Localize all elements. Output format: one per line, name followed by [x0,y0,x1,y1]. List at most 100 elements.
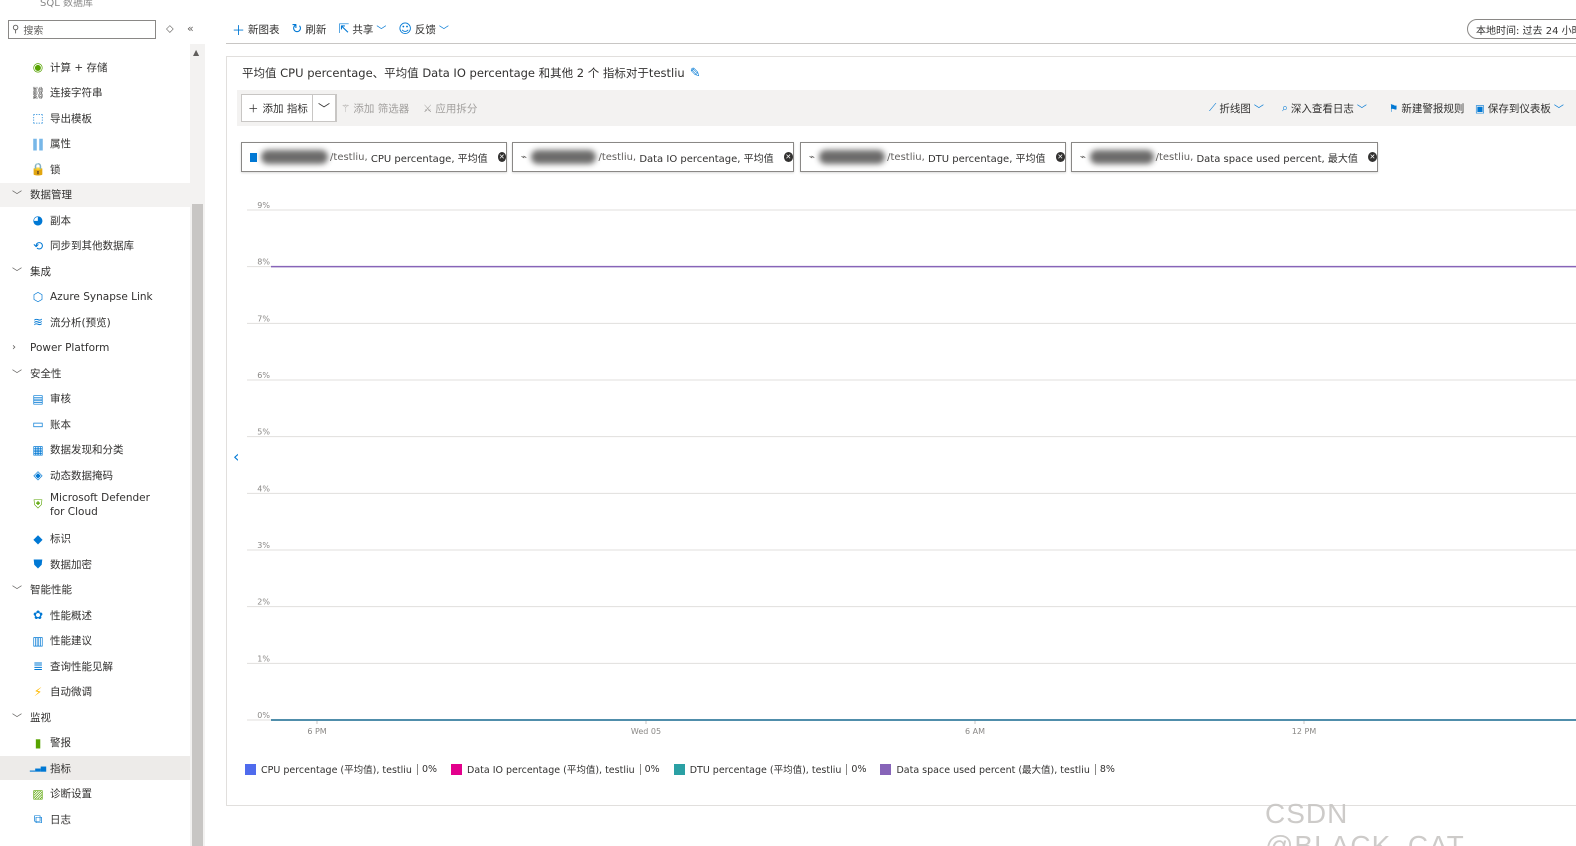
sidebar-scroll-thumb[interactable] [192,204,203,846]
sidebar-group-20[interactable]: ﹀ 智能性能 [0,578,190,602]
y-tick-label: 3% [257,541,270,550]
chevron-down-icon: ﹀ [438,25,449,37]
close-icon[interactable]: ✕ [497,152,506,162]
sidebar-item-label: 性能概述 [50,609,92,622]
sidebar-item-10[interactable]: ≋ 流分析(预览) [0,310,190,334]
sidebar-item-27[interactable]: ▁▃▅ 指标 [0,756,190,780]
new-chart-button[interactable]: ＋ 新图表 [232,20,280,39]
close-icon[interactable]: ✕ [1055,152,1065,162]
metrics-line-chart: 0% 1% 2% 3% 4% 5% 6% 7% 8% 9% 6 PM Wed 05 6 AM 12 PM [247,201,1576,736]
sidebar-item-label: 集成 [30,265,51,278]
metrics-toolbar: ＋ 新图表 ↻ 刷新 ⇱ 共享 ﹀ ☺ 反馈 ﹀ [232,18,449,40]
apply-split-label: 应用拆分 [435,103,478,115]
sort-icon[interactable]: ⬦ [166,22,174,36]
redacted-resource-name [531,150,597,164]
sidebar-group-11[interactable]: › Power Platform [0,336,190,360]
sidebar-item-label-line1: Microsoft Defender [50,491,150,504]
split-icon: ⚔ [423,102,433,115]
lightning-icon: ⚡ [33,684,43,699]
data-masking-icon: ◈ [33,468,43,482]
refresh-label: 刷新 [305,23,327,36]
close-icon[interactable]: ✕ [783,152,793,162]
apply-split-button[interactable]: ⚔ 应用拆分 [423,101,477,116]
sidebar-item-3[interactable]: ∥∥ 属性 [0,132,190,156]
save-to-dashboard-button[interactable]: ▣ 保存到仪表板 ﹀ [1475,101,1564,117]
add-filter-button[interactable]: ⚚ 添加 筛选器 [341,101,409,116]
time-range-picker[interactable]: 本地时间: 过去 24 小时 [1467,19,1576,39]
sidebar-item-label: 性能建议 [50,635,92,647]
sidebar-item-4[interactable]: 🔒 锁 [0,157,190,181]
new-alert-rule-button[interactable]: ⚑ 新建警报规则 [1389,101,1464,116]
sidebar-item-label: 指标 [50,762,71,775]
sidebar-item-label: 数据发现和分类 [50,444,124,456]
sidebar-item-label: 数据加密 [50,558,92,571]
share-icon: ⇱ [338,21,350,37]
sidebar-item-23[interactable]: ≣ 查询性能见解 [0,654,190,678]
sidebar-resource-type: SQL 数据库 [40,0,93,9]
legend-item-0[interactable]: CPU percentage (平均值), testliu 0% [245,762,437,776]
resource-menu-sidebar: SQL 数据库 ⚲ 搜索 ⬦ « ◉ 计算 + 存储 ⛓ 连接字符串 ⬚ 导出模板 ∥∥ 属性… [0,0,205,846]
legend-item-2[interactable]: DTU percentage (平均值), testliu 0% [673,762,866,776]
collapse-sidebar-icon[interactable]: « [187,22,194,35]
sidebar-item-15[interactable]: ▦ 数据发现和分类 [0,438,190,462]
synapse-icon: ⬡ [32,289,44,304]
sidebar-item-9[interactable]: ⬡ Azure Synapse Link [0,285,190,309]
sidebar-item-6[interactable]: ◕ 副本 [0,208,190,232]
save-dashboard-label: 保存到仪表板 [1487,103,1551,115]
sidebar-item-17[interactable]: ⛨ Microsoft Defender for Cloud [0,489,190,521]
y-tick-label: 1% [257,654,270,663]
x-tick-label: 6 PM [307,727,326,736]
sidebar-group-12[interactable]: ﹀ 安全性 [0,361,190,385]
sidebar-item-label-line2: for Cloud [50,505,98,518]
sidebar-item-24[interactable]: ⚡ 自动微调 [0,680,190,704]
sidebar-item-26[interactable]: ▮ 警报 [0,731,190,755]
sidebar-item-2[interactable]: ⬚ 导出模板 [0,106,190,130]
sidebar-item-13[interactable]: ▤ 审核 [0,387,190,411]
metric-pill-cpu[interactable]: /testliu, CPU percentage, 平均值 ✕ [241,142,507,172]
sidebar-item-7[interactable]: ⟲ 同步到其他数据库 [0,234,190,258]
sidebar-scrollbar[interactable]: ▲ [190,44,205,846]
sidebar-item-1[interactable]: ⛓ 连接字符串 [0,81,190,105]
sidebar-item-label: 流分析(预览) [50,316,111,329]
query-insight-icon: ≣ [32,659,44,673]
sidebar-item-label: Microsoft Defender for Cloud [50,491,150,519]
sidebar-item-18[interactable]: ◆ 标识 [0,527,190,551]
sidebar-item-label: 日志 [50,813,71,826]
close-icon[interactable]: ✕ [1367,152,1377,162]
sidebar-group-8[interactable]: ﹀ 集成 [0,259,190,283]
chevron-down-icon: ﹀ [12,369,22,381]
drill-into-logs-button[interactable]: ⌕ 深入查看日志 ﹀ [1282,101,1367,116]
sidebar-item-28[interactable]: ▨ 诊断设置 [0,782,190,806]
lock-icon: 🔒 [30,162,46,176]
sidebar-item-21[interactable]: ✿ 性能概述 [0,603,190,627]
legend-item-1[interactable]: Data IO percentage (平均值), testliu 0% [451,762,660,776]
share-button[interactable]: ⇱ 共享 ﹀ [338,22,386,37]
feedback-button[interactable]: ☺ 反馈 ﹀ [398,22,449,37]
sidebar-item-29[interactable]: ⧉ 日志 [0,807,190,831]
sidebar-item-0[interactable]: ◉ 计算 + 存储 [0,55,190,79]
add-metric-dropdown[interactable]: ﹀ [312,94,336,122]
refresh-button[interactable]: ↻ 刷新 [292,22,327,37]
y-tick-label: 0% [257,711,270,720]
sidebar-group-25[interactable]: ﹀ 监视 [0,705,190,729]
sidebar-item-14[interactable]: ▭ 账本 [0,412,190,436]
sidebar-search-input[interactable]: ⚲ 搜索 [8,20,156,39]
sidebar-item-label: 数据管理 [30,189,72,201]
legend-item-3[interactable]: Data space used percent (最大值), testliu 8% [880,762,1115,776]
scroll-up-arrow-icon[interactable]: ▲ [193,48,199,57]
sidebar-item-19[interactable]: ⛊ 数据加密 [0,552,190,576]
chevron-down-icon: ﹀ [317,101,330,116]
sidebar-group-5[interactable]: ﹀ 数据管理 [0,182,190,207]
edit-pencil-icon[interactable]: ✎ [690,66,701,81]
metric-pill-data-space[interactable]: ⌁ /testliu, Data space used percent, 最大值… [1071,142,1378,172]
chart-panel: 平均值 CPU percentage、平均值 Data IO percentag… [226,56,1576,806]
line-chart-button[interactable]: ⟋ 折线图 ﹀ [1209,101,1264,116]
pill-resource: /testliu, [330,151,368,163]
sidebar-item-16[interactable]: ◈ 动态数据掩码 [0,463,190,487]
metric-pill-dtu[interactable]: ⌁ /testliu, DTU percentage, 平均值 ✕ [800,142,1066,172]
sidebar-item-label: 诊断设置 [50,788,92,800]
metric-pill-data-io[interactable]: ⌁ /testliu, Data IO percentage, 平均值 ✕ [512,142,794,172]
y-tick-label: 4% [257,484,270,493]
sidebar-item-22[interactable]: ▥ 性能建议 [0,629,190,653]
sidebar-item-label: 同步到其他数据库 [50,240,134,252]
